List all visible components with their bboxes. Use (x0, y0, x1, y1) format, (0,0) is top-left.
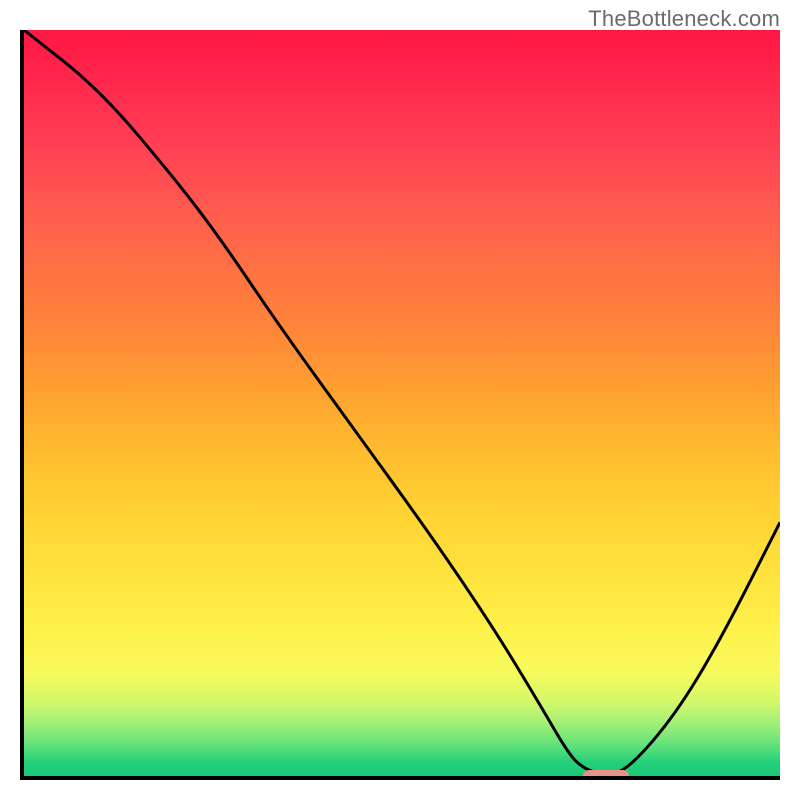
bottleneck-curve-path (24, 30, 780, 774)
curve-svg (24, 30, 780, 776)
bottleneck-chart: TheBottleneck.com (0, 0, 800, 800)
watermark-text: TheBottleneck.com (588, 6, 780, 32)
plot-area (20, 30, 780, 780)
optimal-range-marker (583, 770, 628, 780)
